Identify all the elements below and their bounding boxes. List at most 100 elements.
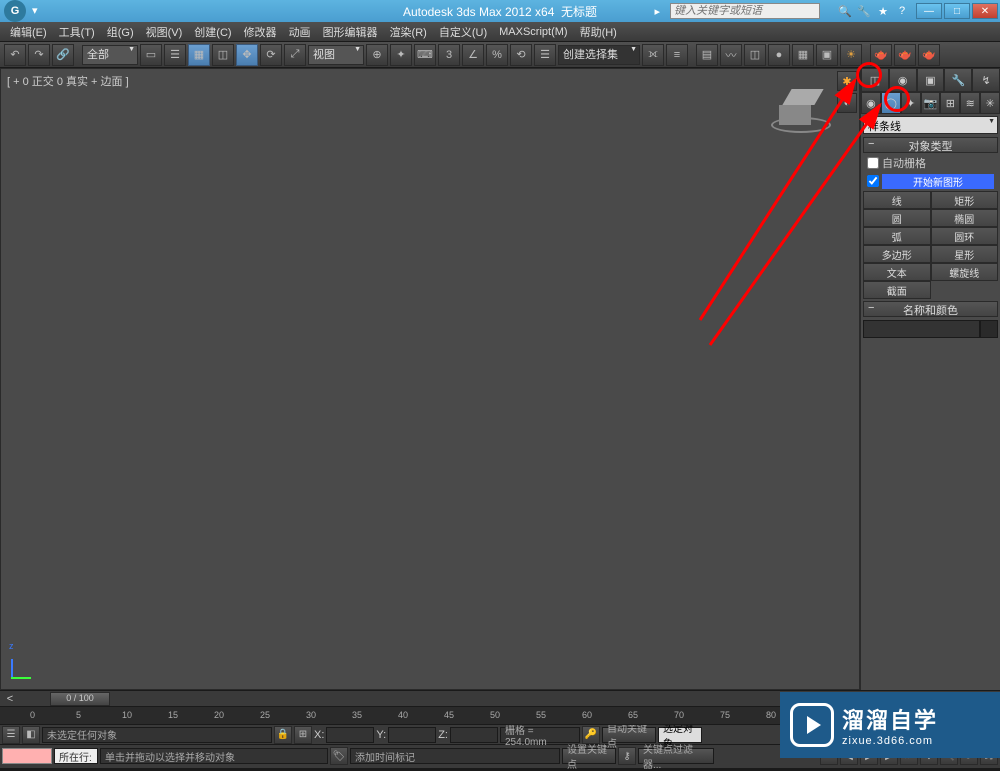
btn-ngon[interactable]: 多边形 xyxy=(863,245,931,263)
mirror-button[interactable]: ⟗ xyxy=(642,44,664,66)
redo-button[interactable]: ↷ xyxy=(28,44,50,66)
geometry-cat-icon[interactable]: ◉ xyxy=(861,92,881,114)
object-type-rollout[interactable]: −对象类型 xyxy=(863,137,998,153)
script-listener-button[interactable]: ◧ xyxy=(22,726,40,744)
teapot1-icon[interactable]: 🫖 xyxy=(870,44,892,66)
select-rotate-button[interactable]: ⟳ xyxy=(260,44,282,66)
x-input[interactable] xyxy=(326,727,374,743)
teapot3-icon[interactable]: 🫖 xyxy=(918,44,940,66)
utilities-tab-icon[interactable]: 🔧 xyxy=(944,68,972,92)
btn-rectangle[interactable]: 矩形 xyxy=(931,191,999,209)
select-region-button[interactable]: ▦ xyxy=(188,44,210,66)
menu-view[interactable]: 视图(V) xyxy=(140,24,189,40)
spinner-snap-button[interactable]: ⟲ xyxy=(510,44,532,66)
y-input[interactable] xyxy=(388,727,436,743)
object-name-input[interactable] xyxy=(863,320,980,338)
ref-coord-dropdown[interactable]: 视图 xyxy=(308,45,364,65)
viewport[interactable]: [ + 0 正交 0 真实 + 边面 ] z ✱ ◐ xyxy=(0,68,860,690)
render-button[interactable]: ☀ xyxy=(840,44,862,66)
btn-text[interactable]: 文本 xyxy=(863,263,931,281)
render-frame-button[interactable]: ▣ xyxy=(816,44,838,66)
viewport-label[interactable]: [ + 0 正交 0 真实 + 边面 ] xyxy=(7,73,129,89)
teapot2-icon[interactable]: 🫖 xyxy=(894,44,916,66)
menu-edit[interactable]: 编辑(E) xyxy=(4,24,53,40)
undo-button[interactable]: ↶ xyxy=(4,44,26,66)
close-button[interactable]: ✕ xyxy=(972,3,998,19)
select-scale-button[interactable]: ⤢ xyxy=(284,44,306,66)
btn-section[interactable]: 截面 xyxy=(863,281,931,299)
script-mini-button[interactable]: ☰ xyxy=(2,726,20,744)
script-input-left[interactable] xyxy=(2,748,52,764)
material-editor-button[interactable]: ● xyxy=(768,44,790,66)
menu-help[interactable]: 帮助(H) xyxy=(574,24,623,40)
edit-named-sel-button[interactable]: ☰ xyxy=(534,44,556,66)
display-tab-icon[interactable]: ▣ xyxy=(917,68,945,92)
lights-cat-icon[interactable]: ✦ xyxy=(901,92,921,114)
shape-type-dropdown[interactable]: 样条线 xyxy=(863,116,998,134)
maximize-button[interactable]: □ xyxy=(944,3,970,19)
autogrid-checkbox[interactable] xyxy=(867,157,879,169)
select-move-button[interactable]: ✥ xyxy=(236,44,258,66)
pivot-button[interactable]: ⊕ xyxy=(366,44,388,66)
abs-rel-button[interactable]: ⊞ xyxy=(294,726,312,744)
dropdown-arrow-icon[interactable]: ▾ xyxy=(32,4,46,18)
render-setup-button[interactable]: ▦ xyxy=(792,44,814,66)
star-icon[interactable]: ★ xyxy=(875,3,891,19)
time-slider-handle[interactable]: 0 / 100 xyxy=(50,692,110,706)
btn-star[interactable]: 星形 xyxy=(931,245,999,263)
curve-editor-button[interactable]: 〰 xyxy=(720,44,742,66)
angle-snap-button[interactable]: ∠ xyxy=(462,44,484,66)
btn-helix[interactable]: 螺旋线 xyxy=(931,263,999,281)
menu-graph[interactable]: 图形编辑器 xyxy=(317,24,384,40)
keymode-button[interactable]: ⚷ xyxy=(618,747,636,765)
motion-tab-icon[interactable]: ◉ xyxy=(889,68,917,92)
lock-button[interactable]: 🔒 xyxy=(274,726,292,744)
object-color-swatch[interactable] xyxy=(980,320,998,338)
title-arrow-icon[interactable]: ▸ xyxy=(654,5,660,18)
help-search-input[interactable] xyxy=(670,3,820,19)
window-crossing-button[interactable]: ◫ xyxy=(212,44,234,66)
modify-tab-icon[interactable]: ◐ xyxy=(837,93,857,113)
z-input[interactable] xyxy=(450,727,498,743)
menu-maxscript[interactable]: MAXScript(M) xyxy=(493,26,573,38)
timetag-button[interactable]: 🏷 xyxy=(330,747,348,765)
wrench-icon[interactable]: 🔧 xyxy=(856,3,872,19)
keyboard-shortcut-button[interactable]: ⌨ xyxy=(414,44,436,66)
btn-donut[interactable]: 圆环 xyxy=(931,227,999,245)
selection-filter-dropdown[interactable]: 全部 xyxy=(82,45,138,65)
layer-button[interactable]: ▤ xyxy=(696,44,718,66)
hierarchy-tab-icon[interactable]: ◫ xyxy=(861,68,889,92)
select-button[interactable]: ▭ xyxy=(140,44,162,66)
startnew-checkbox[interactable] xyxy=(867,175,879,187)
btn-arc[interactable]: 弧 xyxy=(863,227,931,245)
menu-animation[interactable]: 动画 xyxy=(283,24,317,40)
minimize-button[interactable]: — xyxy=(916,3,942,19)
percent-snap-button[interactable]: % xyxy=(486,44,508,66)
menu-render[interactable]: 渲染(R) xyxy=(384,24,433,40)
btn-line[interactable]: 线 xyxy=(863,191,931,209)
help-icon[interactable]: ? xyxy=(894,3,910,19)
binoculars-icon[interactable]: 🔍 xyxy=(837,3,853,19)
systems-cat-icon[interactable]: ✳ xyxy=(980,92,1000,114)
name-color-rollout[interactable]: −名称和颜色 xyxy=(863,301,998,317)
manipulate-button[interactable]: ✦ xyxy=(390,44,412,66)
select-name-button[interactable]: ☰ xyxy=(164,44,186,66)
menu-group[interactable]: 组(G) xyxy=(101,24,140,40)
menu-modifiers[interactable]: 修改器 xyxy=(238,24,283,40)
shapes-cat-icon[interactable]: ◯ xyxy=(881,92,901,114)
btn-ellipse[interactable]: 椭圆 xyxy=(931,209,999,227)
timetag-input[interactable]: 添加时间标记 xyxy=(350,748,560,764)
btn-circle[interactable]: 圆 xyxy=(863,209,931,227)
setkey-button[interactable]: 设置关键点 xyxy=(562,748,616,764)
viewcube[interactable] xyxy=(779,89,829,129)
schematic-button[interactable]: ◫ xyxy=(744,44,766,66)
link-button[interactable]: 🔗 xyxy=(52,44,74,66)
align-button[interactable]: ≡ xyxy=(666,44,688,66)
keyfilter-button[interactable]: 关键点过滤器... xyxy=(638,748,714,764)
extra-tab-icon[interactable]: ↯ xyxy=(972,68,1000,92)
menu-create[interactable]: 创建(C) xyxy=(188,24,237,40)
create-tab-icon[interactable]: ✱ xyxy=(837,71,857,91)
spacewarps-cat-icon[interactable]: ≋ xyxy=(960,92,980,114)
app-icon[interactable]: G xyxy=(4,0,26,22)
snap-toggle-button[interactable]: 3 xyxy=(438,44,460,66)
